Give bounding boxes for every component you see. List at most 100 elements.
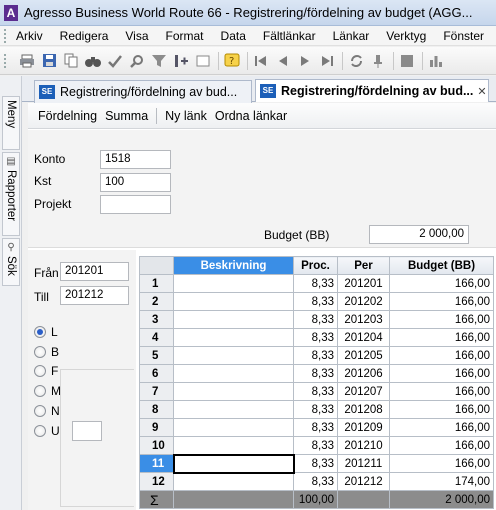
next-record-icon[interactable] [296, 52, 314, 70]
description-cell[interactable] [173, 382, 294, 401]
menu-lankar[interactable]: Länkar [333, 29, 370, 43]
radio-button[interactable] [34, 405, 46, 417]
budget-cell[interactable]: 166,00 [389, 310, 494, 329]
radio-button[interactable] [34, 365, 46, 377]
insert-row-icon[interactable] [172, 52, 190, 70]
projekt-field[interactable] [100, 195, 171, 214]
summa-button[interactable]: Summa [105, 109, 148, 123]
search-icon[interactable] [128, 52, 146, 70]
row-header[interactable]: 2 [139, 292, 174, 311]
radio-f[interactable]: F [34, 364, 58, 378]
row-header[interactable]: 10 [139, 436, 174, 455]
table-row[interactable]: 6 8,33 201206 166,00 [139, 364, 494, 383]
period-cell[interactable]: 201207 [337, 382, 390, 401]
column-header-proc[interactable]: Proc. [293, 256, 338, 275]
budget-cell[interactable]: 166,00 [389, 364, 494, 383]
budget-cell[interactable]: 166,00 [389, 274, 494, 293]
to-period-field[interactable]: 201212 [60, 286, 129, 305]
proc-cell[interactable]: 8,33 [293, 436, 338, 455]
radio-button[interactable] [34, 385, 46, 397]
blank-icon[interactable] [194, 52, 212, 70]
row-header[interactable]: 3 [139, 310, 174, 329]
description-cell[interactable] [173, 472, 294, 491]
table-row[interactable]: 5 8,33 201205 166,00 [139, 346, 494, 365]
row-header[interactable]: 4 [139, 328, 174, 347]
period-cell[interactable]: 201201 [337, 274, 390, 293]
budget-field[interactable]: 2 000,00 [369, 225, 469, 244]
description-cell[interactable] [173, 364, 294, 383]
budget-cell[interactable]: 166,00 [389, 346, 494, 365]
radio-button-checked[interactable] [34, 326, 46, 338]
description-cell[interactable] [173, 292, 294, 311]
budget-cell[interactable]: 166,00 [389, 400, 494, 419]
menu-data[interactable]: Data [221, 29, 246, 43]
column-header-budget[interactable]: Budget (BB) [389, 256, 494, 275]
table-row[interactable]: 9 8,33 201209 166,00 [139, 418, 494, 437]
column-header-beskrivning[interactable]: Beskrivning [173, 256, 294, 275]
proc-cell[interactable]: 8,33 [293, 382, 338, 401]
table-row[interactable]: 10 8,33 201210 166,00 [139, 436, 494, 455]
menu-arkiv[interactable]: Arkiv [16, 29, 43, 43]
column-header-per[interactable]: Per [337, 256, 390, 275]
description-cell[interactable] [173, 436, 294, 455]
proc-cell[interactable]: 8,33 [293, 454, 338, 473]
proc-cell[interactable]: 8,33 [293, 472, 338, 491]
proc-cell[interactable]: 8,33 [293, 310, 338, 329]
refresh-icon[interactable] [347, 52, 365, 70]
radio-button[interactable] [34, 346, 46, 358]
description-cell[interactable] [173, 310, 294, 329]
budget-cell[interactable]: 166,00 [389, 436, 494, 455]
help-icon[interactable]: ? [223, 52, 241, 70]
copy-icon[interactable] [62, 52, 80, 70]
row-header[interactable]: 7 [139, 382, 174, 401]
row-header[interactable]: 11 [139, 454, 174, 473]
radio-n[interactable]: N [34, 404, 60, 418]
tab-registrering-2[interactable]: SE Registrering/fördelning av bud... ✕ [255, 79, 489, 102]
u-value-field[interactable] [72, 421, 102, 441]
row-header[interactable]: 5 [139, 346, 174, 365]
table-row[interactable]: 1 8,33 201201 166,00 [139, 274, 494, 293]
tab-registrering-1[interactable]: SE Registrering/fördelning av bud... [34, 80, 252, 103]
proc-cell[interactable]: 8,33 [293, 328, 338, 347]
period-cell[interactable]: 201203 [337, 310, 390, 329]
period-cell[interactable]: 201202 [337, 292, 390, 311]
menu-fonster[interactable]: Fönster [443, 29, 484, 43]
period-cell[interactable]: 201211 [337, 454, 390, 473]
last-record-icon[interactable] [318, 52, 336, 70]
menu-verktyg[interactable]: Verktyg [386, 29, 426, 43]
binoculars-icon[interactable] [84, 52, 102, 70]
budget-cell[interactable]: 166,00 [389, 454, 494, 473]
proc-cell[interactable]: 8,33 [293, 418, 338, 437]
stop-icon[interactable] [398, 52, 416, 70]
description-cell[interactable] [172, 453, 295, 474]
table-row[interactable]: 7 8,33 201207 166,00 [139, 382, 494, 401]
budget-cell[interactable]: 166,00 [389, 418, 494, 437]
menu-faltlankar[interactable]: Fältlänkar [263, 29, 316, 43]
radio-b[interactable]: B [34, 345, 59, 359]
fordelning-button[interactable]: Fördelning [38, 109, 97, 123]
ordna-lankar-button[interactable]: Ordna länkar [215, 109, 287, 123]
pin-icon[interactable] [369, 52, 387, 70]
sidebar-tab-meny[interactable]: Meny [2, 96, 20, 150]
table-row[interactable]: 11 8,33 201211 166,00 [139, 453, 494, 474]
row-header[interactable]: 9 [139, 418, 174, 437]
radio-button[interactable] [34, 425, 46, 437]
proc-cell[interactable]: 8,33 [293, 292, 338, 311]
table-row[interactable]: 12 8,33 201212 174,00 [139, 472, 494, 491]
budget-cell[interactable]: 166,00 [389, 328, 494, 347]
kst-field[interactable]: 100 [100, 173, 171, 192]
first-record-icon[interactable] [252, 52, 270, 70]
description-cell[interactable] [173, 346, 294, 365]
table-row[interactable]: 4 8,33 201204 166,00 [139, 328, 494, 347]
description-cell[interactable] [173, 274, 294, 293]
radio-m[interactable]: M [34, 384, 61, 398]
period-cell[interactable]: 201210 [337, 436, 390, 455]
ny-lank-button[interactable]: Ny länk [165, 109, 207, 123]
table-row[interactable]: 2 8,33 201202 166,00 [139, 292, 494, 311]
print-icon[interactable] [18, 52, 36, 70]
proc-cell[interactable]: 8,33 [293, 400, 338, 419]
save-icon[interactable] [40, 52, 58, 70]
sidebar-tab-rapporter[interactable]: ▤ Rapporter [2, 152, 20, 236]
row-header[interactable]: 6 [139, 364, 174, 383]
sidebar-tab-sok[interactable]: ⚲ Sök [2, 238, 20, 286]
